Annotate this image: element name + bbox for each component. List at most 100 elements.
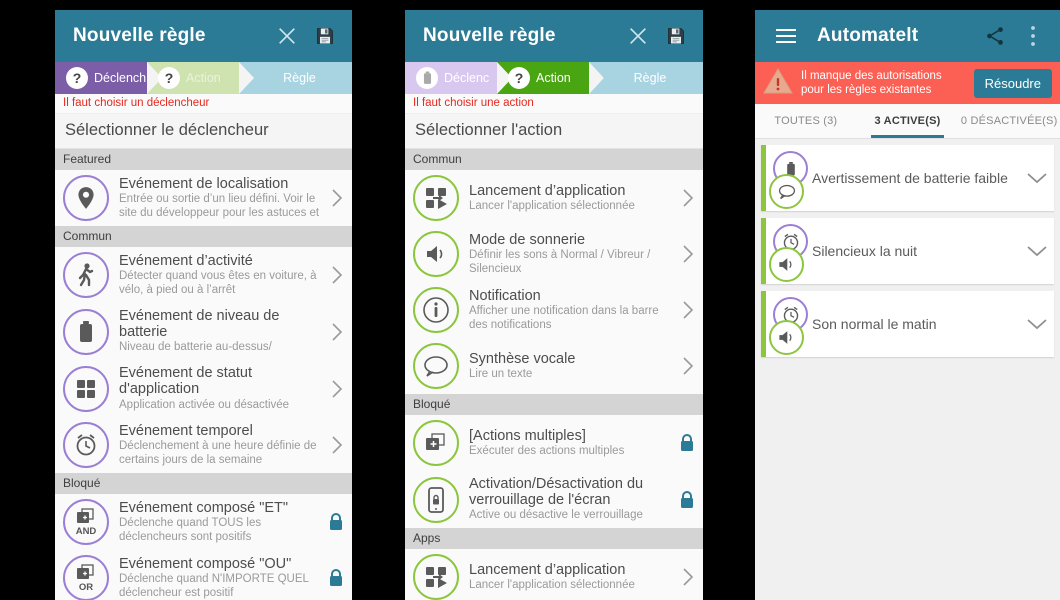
list-item-title: Evénement de niveau de batterie bbox=[119, 308, 280, 341]
panel3-appbar: Automatelt bbox=[755, 10, 1060, 62]
list-item-subtitle: Déclenche quand N'IMPORTE QUEL déclenche… bbox=[119, 573, 309, 599]
crumb-action-label: Action bbox=[186, 71, 221, 85]
tab-all[interactable]: TOUTES (3) bbox=[755, 104, 857, 138]
list-item-title: Evénement de statut d'application bbox=[119, 365, 252, 398]
crumb-trigger-battery-icon bbox=[416, 67, 438, 89]
group-header-bloque: Bloqué bbox=[405, 394, 703, 415]
list-item[interactable]: Evénement temporel Déclenchement à une h… bbox=[55, 417, 352, 473]
crumb-action[interactable]: ? Action bbox=[147, 62, 254, 94]
rule-name: Son normal le matin bbox=[812, 315, 937, 332]
alarm-clock-icon bbox=[63, 422, 109, 469]
chevron-right-icon bbox=[328, 321, 346, 343]
chevron-down-icon[interactable] bbox=[1020, 317, 1054, 331]
save-disk-icon[interactable] bbox=[659, 19, 693, 53]
panel2-breadcrumb: Déclenc ? Action Règle bbox=[405, 62, 703, 94]
rule-card[interactable]: Son normal le matin bbox=[761, 291, 1054, 357]
save-disk-icon[interactable] bbox=[308, 19, 342, 53]
tab-active[interactable]: 3 ACTIVE(S) bbox=[857, 104, 959, 138]
lock-icon bbox=[677, 490, 697, 510]
list-item[interactable]: Mode de sonnerie Définir les sons à Norm… bbox=[405, 226, 703, 282]
panel-rules-list: Automatelt Il manque des autorisations p… bbox=[755, 10, 1060, 600]
location-pin-icon bbox=[63, 175, 109, 221]
permissions-warning-banner: Il manque des autorisations pour les règ… bbox=[755, 62, 1060, 104]
list-item-subtitle: Entrée ou sortie d’un lieu défini. Voir … bbox=[119, 193, 320, 219]
list-item-title: Evénement temporel bbox=[119, 422, 253, 439]
hamburger-menu-icon[interactable] bbox=[769, 19, 803, 53]
list-item-title: Lancement d’application bbox=[469, 561, 626, 578]
list-item[interactable]: [Actions multiples] Exécuter des actions… bbox=[405, 415, 703, 471]
app-launch-icon bbox=[413, 554, 459, 600]
list-item[interactable]: Evénement de niveau de batterie Niveau d… bbox=[55, 303, 352, 360]
resolve-button[interactable]: Résoudre bbox=[973, 68, 1052, 98]
panel2-error-message: Il faut choisir une action bbox=[405, 94, 703, 114]
list-item-subtitle: Active ou désactive le verrouillage bbox=[469, 509, 643, 522]
close-icon[interactable] bbox=[270, 19, 304, 53]
crumb-rule[interactable]: Règle bbox=[239, 62, 352, 94]
list-item-title: Mode de sonnerie bbox=[469, 231, 586, 248]
chevron-right-icon bbox=[679, 187, 697, 209]
group-header-commun: Commun bbox=[405, 149, 703, 170]
composite-and-icon: AND bbox=[63, 499, 109, 546]
chevron-down-icon[interactable] bbox=[1020, 171, 1054, 185]
list-item[interactable]: Synthèse vocale Lire un texte bbox=[405, 338, 703, 394]
lock-icon bbox=[677, 433, 697, 453]
rule-icon-pair bbox=[766, 294, 812, 355]
list-item-subtitle: Détecter quand vous êtes en voiture, à v… bbox=[119, 270, 317, 296]
list-item[interactable]: Evénement de statut d'application Applic… bbox=[55, 360, 352, 417]
share-icon[interactable] bbox=[978, 19, 1012, 53]
chevron-down-icon[interactable] bbox=[1020, 244, 1054, 258]
list-item[interactable]: OR Evénement composé "OU" Déclenche quan… bbox=[55, 550, 352, 600]
list-item-subtitle: Lire un texte bbox=[469, 367, 533, 380]
speaker-icon bbox=[769, 320, 804, 355]
panel3-title: Automatelt bbox=[817, 25, 919, 46]
panel-action-picker: Nouvelle règle Déclenc ? Action Règle Il… bbox=[405, 10, 703, 600]
group-header-featured: Featured bbox=[55, 149, 352, 170]
multi-action-icon bbox=[413, 420, 459, 466]
screenshot-stage: Nouvelle règle ? Déclench ? Action Règle… bbox=[0, 0, 1060, 600]
panel2-title: Nouvelle règle bbox=[423, 25, 556, 46]
list-item[interactable]: AND Evénement composé "ET" Déclenche qua… bbox=[55, 494, 352, 550]
list-item[interactable]: Evénement d’activité Détecter quand vous… bbox=[55, 247, 352, 303]
list-item-subtitle: Afficher une notification dans la barre … bbox=[469, 305, 659, 331]
panel1-title: Nouvelle règle bbox=[73, 25, 206, 46]
list-item[interactable]: Evénement de localisation Entrée ou sort… bbox=[55, 170, 352, 226]
warning-text: Il manque des autorisations pour les règ… bbox=[801, 69, 942, 96]
rule-name: Silencieux la nuit bbox=[812, 242, 918, 259]
list-item-subtitle: Lancer l'application sélectionnée bbox=[469, 578, 635, 591]
rule-card[interactable]: Silencieux la nuit bbox=[761, 218, 1054, 284]
group-header-apps: Apps bbox=[405, 528, 703, 550]
panel-trigger-picker: Nouvelle règle ? Déclench ? Action Règle… bbox=[55, 10, 352, 600]
crumb-action[interactable]: ? Action bbox=[497, 62, 604, 94]
list-item-title: Synthèse vocale bbox=[469, 350, 576, 367]
overflow-menu-icon[interactable] bbox=[1016, 19, 1050, 53]
list-item-title: Notification bbox=[469, 287, 541, 304]
panel2-screen-title: Sélectionner l'action bbox=[405, 114, 703, 149]
rule-card[interactable]: Avertissement de batterie faible bbox=[761, 145, 1054, 211]
tab-disabled[interactable]: 0 DÉSACTIVÉE(S) bbox=[958, 104, 1060, 138]
list-item-title: Evénement de localisation bbox=[119, 175, 289, 192]
panel1-error-message: Il faut choisir un déclencheur bbox=[55, 94, 352, 114]
chevron-right-icon bbox=[679, 355, 697, 377]
list-item[interactable]: Notification Afficher une notification d… bbox=[405, 282, 703, 338]
chevron-right-icon bbox=[328, 378, 346, 400]
crumb-trigger[interactable]: Déclenc bbox=[405, 62, 512, 94]
crumb-trigger[interactable]: ? Déclench bbox=[55, 62, 162, 94]
crumb-trigger-label: Déclench bbox=[94, 71, 147, 85]
rule-icon-pair bbox=[766, 221, 812, 282]
crumb-action-badge: ? bbox=[158, 67, 180, 89]
list-item[interactable]: Lancement d’application Lancer l'applica… bbox=[405, 549, 703, 600]
rule-name: Avertissement de batterie faible bbox=[812, 169, 1008, 186]
list-item-subtitle: Application activée ou désactivée bbox=[119, 398, 290, 411]
trigger-list: Featured Evénement de localisation Entré… bbox=[55, 149, 352, 600]
list-item-subtitle: Lancer l'application sélectionnée bbox=[469, 199, 635, 212]
chevron-right-icon bbox=[328, 187, 346, 209]
speaker-icon bbox=[413, 231, 459, 277]
list-item[interactable]: Activation/Désactivation du verrouillage… bbox=[405, 471, 703, 528]
list-item-title: Evénement composé "OU" bbox=[119, 555, 292, 572]
speech-bubble-icon bbox=[769, 174, 804, 209]
list-item-subtitle: Déclenche quand TOUS les déclencheurs so… bbox=[119, 517, 262, 543]
rules-tabbar: TOUTES (3) 3 ACTIVE(S) 0 DÉSACTIVÉE(S) bbox=[755, 104, 1060, 139]
crumb-rule[interactable]: Règle bbox=[589, 62, 703, 94]
close-icon[interactable] bbox=[621, 19, 655, 53]
list-item[interactable]: Lancement d’application Lancer l'applica… bbox=[405, 170, 703, 226]
